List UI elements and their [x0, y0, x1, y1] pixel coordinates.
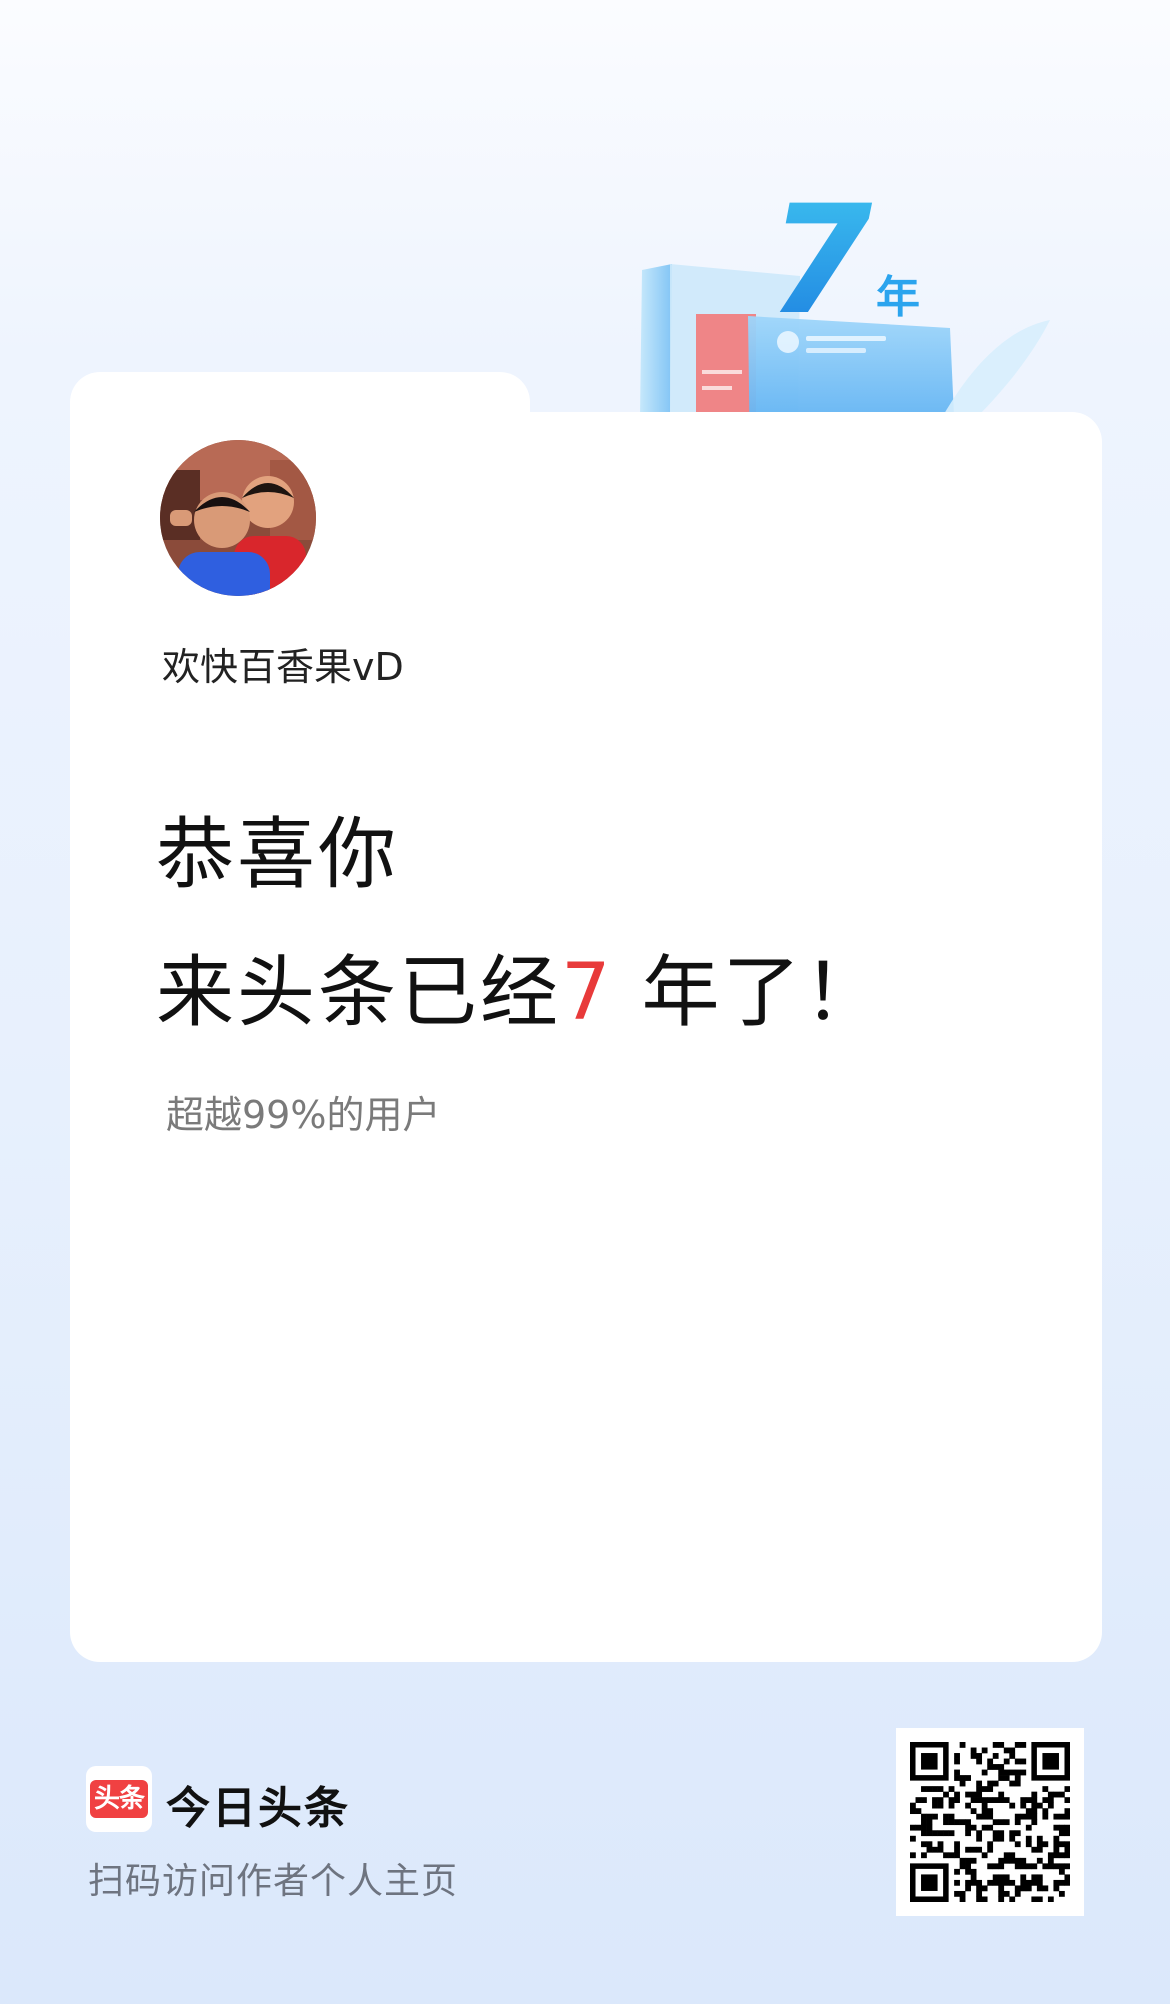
toutiao-logo-icon: 头条 [86, 1766, 152, 1832]
badge-number: 7 [768, 174, 873, 348]
avatar [160, 440, 316, 596]
qr-code[interactable] [896, 1728, 1084, 1916]
headline-prefix: 来头条已经 [156, 948, 562, 1038]
headline-congrats: 恭喜你 [156, 810, 400, 900]
scan-hint: 扫码访问作者个人主页 [88, 1861, 459, 1902]
username: 欢快百香果vD [162, 645, 404, 689]
logo-text: 头条 [90, 1780, 148, 1818]
badge-unit: 年 [876, 272, 920, 323]
percentile-text: 超越99%的用户 [166, 1093, 441, 1137]
app-name: 今日头条 [166, 1783, 350, 1834]
years-count: 7 [561, 948, 614, 1038]
qr-code-icon [910, 1742, 1070, 1902]
headline-years: 来头条已经7 年了！ [156, 930, 884, 1042]
headline-suffix: 年了！ [613, 948, 885, 1038]
